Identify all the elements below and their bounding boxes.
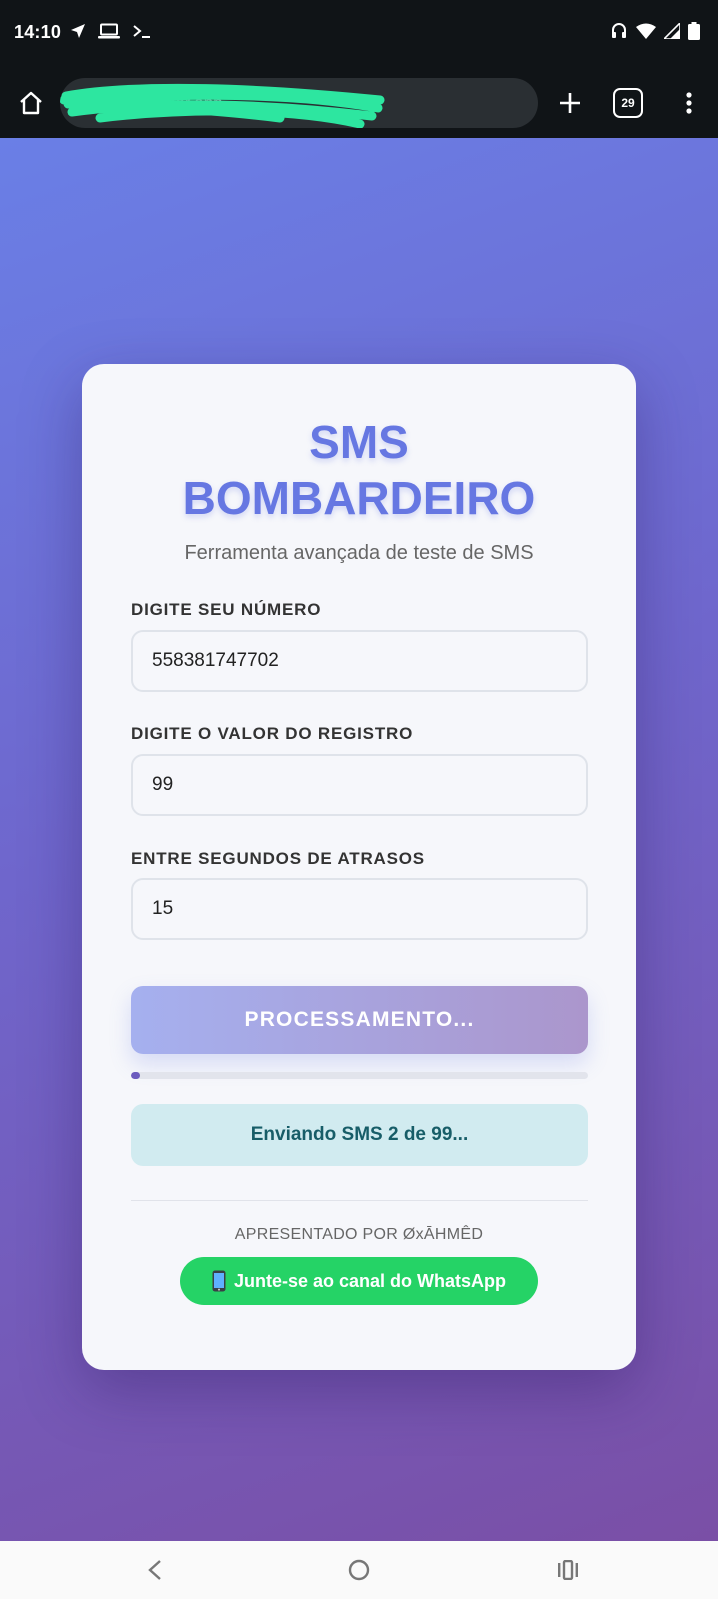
page-title: SMS BOMBARDEIRO	[82, 414, 636, 526]
headset-icon	[610, 22, 628, 45]
browser-toolbar: sms-bomber.app 29	[0, 70, 718, 138]
progress-bar	[131, 1072, 588, 1079]
nav-home-button[interactable]	[342, 1553, 376, 1587]
plus-icon	[560, 93, 580, 113]
home-icon	[20, 91, 42, 115]
nav-recent-button[interactable]	[551, 1553, 585, 1587]
battery-icon	[688, 21, 700, 45]
count-input[interactable]	[131, 754, 588, 816]
phone-label: DIGITE SEU NÚMERO	[131, 600, 322, 619]
clock: 14:10	[14, 22, 62, 42]
whatsapp-button-label: Junte-se ao canal do WhatsApp	[233, 1270, 507, 1291]
page-subtitle: Ferramenta avançada de teste de SMS	[184, 542, 534, 564]
new-tab-button[interactable]	[553, 86, 587, 120]
back-icon	[148, 1560, 161, 1580]
title-line-2: BOMBARDEIRO	[182, 472, 536, 524]
phone-input[interactable]	[131, 630, 588, 692]
terminal-icon	[132, 23, 152, 44]
delay-input[interactable]	[131, 878, 588, 940]
navigation-arrow-icon	[70, 23, 86, 44]
whatsapp-channel-button[interactable]: Junte-se ao canal do WhatsApp	[180, 1257, 538, 1305]
system-nav-bar	[0, 1541, 718, 1599]
wifi-icon	[636, 23, 656, 44]
progress-fill	[131, 1072, 141, 1079]
divider	[131, 1200, 588, 1201]
count-label: DIGITE O VALOR DO REGISTRO	[131, 724, 414, 743]
nav-back-button[interactable]	[138, 1553, 172, 1587]
address-bar[interactable]: sms-bomber.app	[60, 78, 538, 128]
laptop-icon	[98, 23, 120, 44]
tabs-button[interactable]: 29	[613, 88, 643, 118]
status-message: Enviando SMS 2 de 99...	[131, 1104, 588, 1166]
home-circle-icon	[348, 1559, 370, 1581]
form-card: SMS BOMBARDEIRO Ferramenta avançada de t…	[82, 364, 636, 1370]
title-line-1: SMS	[309, 416, 409, 468]
more-vert-icon	[686, 92, 692, 114]
delay-label: ENTRE SEGUNDOS DE ATRASOS	[131, 849, 425, 868]
mobile-phone-icon	[212, 1270, 226, 1292]
signal-icon	[662, 20, 681, 44]
submit-button[interactable]: PROCESSAMENTO...	[131, 986, 588, 1054]
page-background: SMS BOMBARDEIRO Ferramenta avançada de t…	[0, 138, 718, 1541]
more-menu-button[interactable]	[672, 86, 706, 120]
tab-count: 29	[621, 96, 635, 110]
recent-apps-icon	[558, 1560, 578, 1580]
status-bar: 14:10	[0, 0, 718, 70]
credit-text: APRESENTADO POR ØxĀHMÊD	[234, 1226, 484, 1243]
redaction-scribble	[60, 83, 385, 128]
home-button[interactable]	[14, 86, 48, 120]
